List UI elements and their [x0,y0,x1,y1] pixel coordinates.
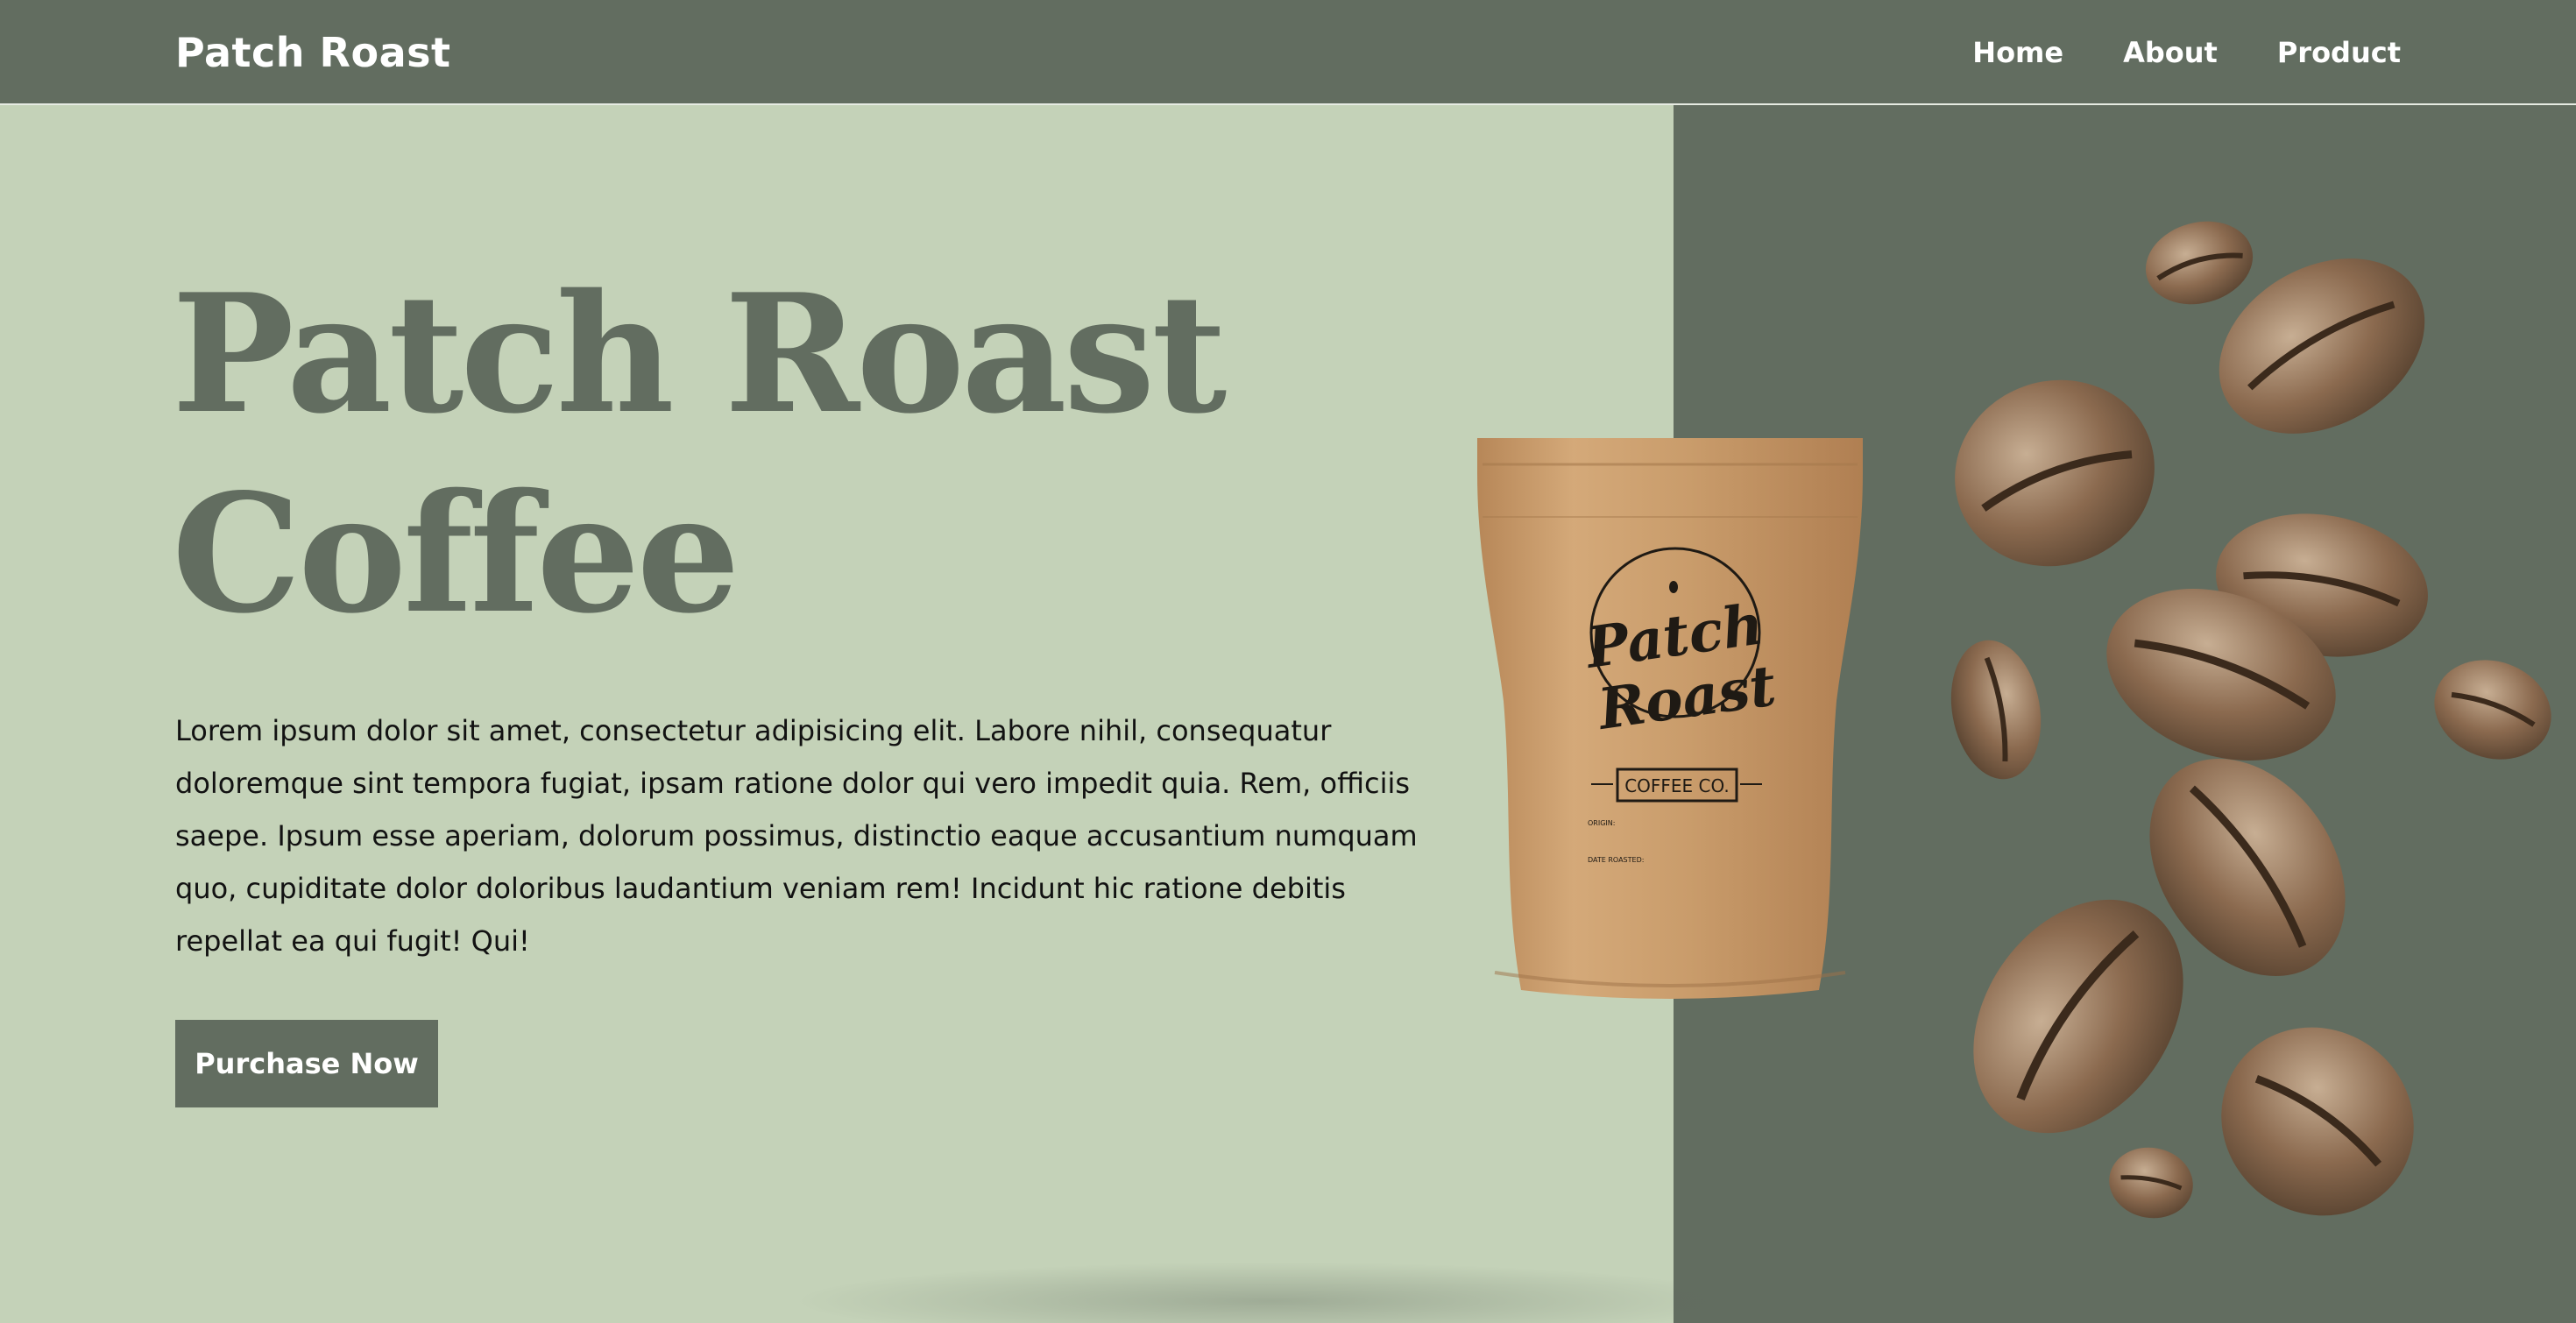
bottom-shadow [789,1262,1752,1323]
bag-field-date: DATE ROASTED: [1588,856,1644,864]
bag-field-origin: ORIGIN: [1588,819,1615,827]
page: Patch Roast Home About Product Patch Roa… [0,0,2576,1323]
coffee-bean [2434,660,2551,760]
hero-title: Patch Roast Coffee [172,254,1227,654]
brand-logo[interactable]: Patch Roast [175,25,450,81]
coffee-bean [1950,640,2042,780]
purchase-now-button[interactable]: Purchase Now [175,1020,438,1107]
coffee-bean [1955,379,2155,567]
nav-home-link[interactable]: Home [1972,32,2063,74]
nav-about-link[interactable]: About [2123,32,2218,74]
main-nav: Home About Product [1972,32,2401,74]
hero-description: Lorem ipsum dolor sit amet, consectetur … [175,714,1418,958]
hero-title-line-2: Coffee [172,457,740,649]
coffee-bean [2145,221,2254,305]
coffee-bean [2221,1027,2414,1216]
hero-title-line-1: Patch Roast [172,258,1227,449]
navbar: Patch Roast Home About Product [0,0,2576,105]
coffee-beans-image [1950,221,2551,1219]
coffee-bean [2109,1147,2193,1219]
nav-product-link[interactable]: Product [2277,32,2401,74]
